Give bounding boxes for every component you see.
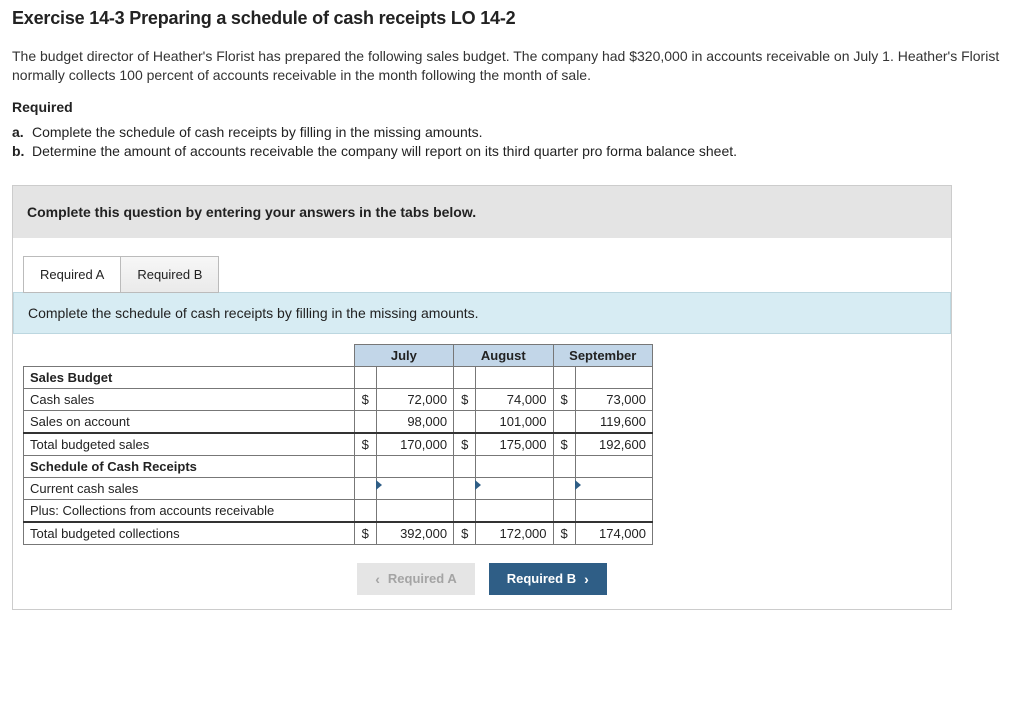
- row-current-cash-sales: Current cash sales: [24, 477, 355, 499]
- exercise-title: Exercise 14-3 Preparing a schedule of ca…: [12, 8, 1012, 29]
- cell-value[interactable]: 72,000: [376, 388, 453, 410]
- required-heading: Required: [12, 99, 1012, 115]
- cell-sym[interactable]: [454, 499, 476, 522]
- row-cash-sales: Cash sales: [24, 388, 355, 410]
- cell-input[interactable]: [575, 499, 652, 522]
- tab-row: Required A Required B: [23, 256, 951, 293]
- cell-sym[interactable]: [454, 410, 476, 433]
- prev-label: Required A: [388, 571, 457, 586]
- req-a-text: Complete the schedule of cash receipts b…: [32, 123, 483, 142]
- cell-sym[interactable]: [553, 410, 575, 433]
- cell-sym[interactable]: $: [454, 433, 476, 456]
- cell-sym[interactable]: [553, 499, 575, 522]
- cell-value[interactable]: 172,000: [476, 522, 553, 545]
- next-button[interactable]: Required B ›: [489, 563, 607, 595]
- blank-header: [24, 344, 355, 366]
- worksheet-table: July August September Sales Budget Cash …: [23, 344, 653, 545]
- row-plus-collections: Plus: Collections from accounts receivab…: [24, 499, 355, 522]
- cell-input[interactable]: [575, 477, 652, 499]
- cell-sym[interactable]: $: [454, 522, 476, 545]
- next-label: Required B: [507, 571, 576, 586]
- row-total-collections: Total budgeted collections: [24, 522, 355, 545]
- answer-instruction-bar: Complete this question by entering your …: [13, 186, 951, 238]
- cell-sym[interactable]: [553, 477, 575, 499]
- cell-value[interactable]: 74,000: [476, 388, 553, 410]
- cell-sym[interactable]: $: [354, 433, 376, 456]
- cell-sym[interactable]: [354, 477, 376, 499]
- cell-sym[interactable]: $: [354, 522, 376, 545]
- cell-sym[interactable]: [354, 499, 376, 522]
- cell-sym[interactable]: [354, 410, 376, 433]
- cell-input[interactable]: [376, 477, 453, 499]
- cell-value[interactable]: 392,000: [376, 522, 453, 545]
- cell-value[interactable]: 170,000: [376, 433, 453, 456]
- cell-sym[interactable]: $: [354, 388, 376, 410]
- cell-value[interactable]: 119,600: [575, 410, 652, 433]
- tab-required-a[interactable]: Required A: [23, 256, 121, 293]
- requirements-list: a. Complete the schedule of cash receipt…: [12, 123, 1012, 161]
- cell-sym[interactable]: $: [454, 388, 476, 410]
- col-august: August: [454, 344, 553, 366]
- chevron-left-icon: ‹: [375, 571, 380, 587]
- cell-value[interactable]: 192,600: [575, 433, 652, 456]
- cell-value[interactable]: 174,000: [575, 522, 652, 545]
- row-sales-on-account: Sales on account: [24, 410, 355, 433]
- cell-value[interactable]: 175,000: [476, 433, 553, 456]
- tab-required-b[interactable]: Required B: [121, 256, 219, 293]
- cell-value[interactable]: 73,000: [575, 388, 652, 410]
- cell-input[interactable]: [476, 499, 553, 522]
- req-b-bullet: b.: [12, 142, 32, 161]
- cell-input[interactable]: [476, 477, 553, 499]
- cell-input[interactable]: [376, 499, 453, 522]
- col-september: September: [553, 344, 652, 366]
- cell-sym[interactable]: $: [553, 433, 575, 456]
- req-a-bullet: a.: [12, 123, 32, 142]
- cell-value[interactable]: 98,000: [376, 410, 453, 433]
- row-total-budgeted-sales: Total budgeted sales: [24, 433, 355, 456]
- answer-area: Complete this question by entering your …: [12, 185, 952, 610]
- row-sales-budget: Sales Budget: [24, 366, 355, 388]
- sub-instruction: Complete the schedule of cash receipts b…: [13, 292, 951, 334]
- cell-sym[interactable]: [454, 477, 476, 499]
- cell-sym[interactable]: $: [553, 522, 575, 545]
- prev-button: ‹ Required A: [357, 563, 475, 595]
- nav-buttons: ‹ Required A Required B ›: [13, 563, 951, 609]
- intro-paragraph: The budget director of Heather's Florist…: [12, 47, 1012, 85]
- req-b-text: Determine the amount of accounts receiva…: [32, 142, 737, 161]
- col-july: July: [354, 344, 453, 366]
- row-schedule-receipts: Schedule of Cash Receipts: [24, 455, 355, 477]
- chevron-right-icon: ›: [584, 571, 589, 587]
- cell-sym[interactable]: $: [553, 388, 575, 410]
- cell-value[interactable]: 101,000: [476, 410, 553, 433]
